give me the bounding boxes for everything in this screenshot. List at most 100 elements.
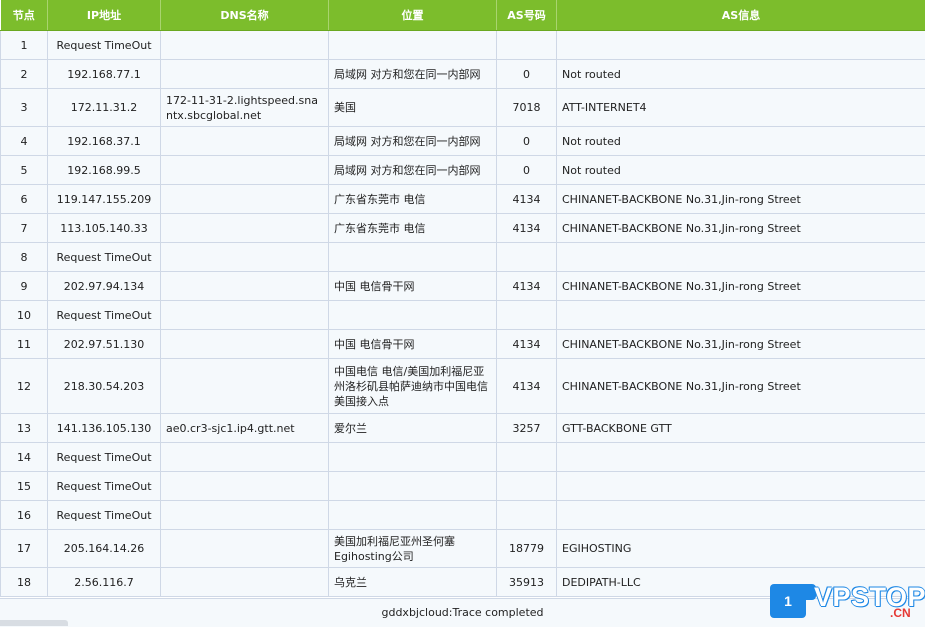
as-info-cell: CHINANET-BACKBONE No.31,Jin-rong Street <box>557 185 925 214</box>
as-info-cell: CHINANET-BACKBONE No.31,Jin-rong Street <box>557 359 925 414</box>
location-cell <box>329 301 497 330</box>
dns-cell <box>161 501 329 530</box>
as-info-cell: GTT-BACKBONE GTT <box>557 414 925 443</box>
as-info-cell: CHINANET-BACKBONE No.31,Jin-rong Street <box>557 272 925 301</box>
location-cell: 美国加利福尼亚州圣何塞 Egihosting公司 <box>329 530 497 568</box>
dns-cell <box>161 568 329 597</box>
trace-status-text: gddxbjcloud:Trace completed <box>381 606 543 619</box>
as-number-cell: 0 <box>497 60 557 89</box>
location-cell: 局域网 对方和您在同一内部网 <box>329 156 497 185</box>
as-info-cell: ATT-INTERNET4 <box>557 89 925 127</box>
as-number-cell: 0 <box>497 156 557 185</box>
table-row: 15Request TimeOut <box>1 472 925 501</box>
as-info-cell <box>557 301 925 330</box>
ip-cell: 202.97.51.130 <box>48 330 161 359</box>
ip-cell: Request TimeOut <box>48 301 161 330</box>
location-cell: 美国 <box>329 89 497 127</box>
as-info-cell <box>557 501 925 530</box>
dns-cell <box>161 156 329 185</box>
location-cell: 中国 电信骨干网 <box>329 330 497 359</box>
header-location: 位置 <box>329 0 497 31</box>
as-info-cell: CHINANET-BACKBONE No.31,Jin-rong Street <box>557 214 925 243</box>
as-number-cell: 3257 <box>497 414 557 443</box>
as-info-cell <box>557 243 925 272</box>
header-ip: IP地址 <box>48 0 161 31</box>
table-row: 11202.97.51.130中国 电信骨干网4134CHINANET-BACK… <box>1 330 925 359</box>
logo-badge-icon: 1 <box>770 584 806 618</box>
as-number-cell: 4134 <box>497 185 557 214</box>
dns-cell <box>161 301 329 330</box>
hop-cell: 10 <box>1 301 48 330</box>
hop-cell: 18 <box>1 568 48 597</box>
table-row: 16Request TimeOut <box>1 501 925 530</box>
as-number-cell: 35913 <box>497 568 557 597</box>
table-row: 17205.164.14.26 美国加利福尼亚州圣何塞 Egihosting公司1… <box>1 530 925 568</box>
hop-cell: 4 <box>1 127 48 156</box>
dns-cell <box>161 443 329 472</box>
location-cell: 中国电信 电信/美国加利福尼亚州洛杉矶县帕萨迪纳市中国电信美国接入点 <box>329 359 497 414</box>
hop-cell: 2 <box>1 60 48 89</box>
header-as-info: AS信息 <box>557 0 925 31</box>
table-row: 10Request TimeOut <box>1 301 925 330</box>
as-number-cell: 0 <box>497 127 557 156</box>
ip-cell: 205.164.14.26 <box>48 530 161 568</box>
dns-cell <box>161 127 329 156</box>
as-info-cell: EGIHOSTING <box>557 530 925 568</box>
table-row: 9202.97.94.134 中国 电信骨干网4134CHINANET-BACKB… <box>1 272 925 301</box>
as-info-cell: Not routed <box>557 156 925 185</box>
hop-cell: 17 <box>1 530 48 568</box>
dns-cell <box>161 359 329 414</box>
dns-cell <box>161 243 329 272</box>
table-row: 7113.105.140.33广东省东莞市 电信4134CHINANET-BAC… <box>1 214 925 243</box>
hop-cell: 9 <box>1 272 48 301</box>
as-info-cell: Not routed <box>557 60 925 89</box>
ip-cell: 2.56.116.7 <box>48 568 161 597</box>
ip-cell: 218.30.54.203 <box>48 359 161 414</box>
as-number-cell <box>497 31 557 60</box>
dns-cell <box>161 185 329 214</box>
ip-cell: 192.168.37.1 <box>48 127 161 156</box>
hop-cell: 12 <box>1 359 48 414</box>
as-info-cell <box>557 472 925 501</box>
as-number-cell: 18779 <box>497 530 557 568</box>
hop-cell: 1 <box>1 31 48 60</box>
as-number-cell: 4134 <box>497 359 557 414</box>
table-header-row: 节点 IP地址 DNS名称 位置 AS号码 AS信息 <box>1 0 925 31</box>
table-row: 2192.168.77.1 局域网 对方和您在同一内部网0Not routed <box>1 60 925 89</box>
location-cell <box>329 243 497 272</box>
as-info-cell <box>557 443 925 472</box>
table-row: 13141.136.105.130ae0.cr3-sjc1.ip4.gtt.ne… <box>1 414 925 443</box>
ip-cell: 172.11.31.2 <box>48 89 161 127</box>
table-row: 4192.168.37.1局域网 对方和您在同一内部网0Not routed <box>1 127 925 156</box>
location-cell: 局域网 对方和您在同一内部网 <box>329 127 497 156</box>
hop-cell: 11 <box>1 330 48 359</box>
location-cell: 乌克兰 <box>329 568 497 597</box>
ip-cell: Request TimeOut <box>48 243 161 272</box>
header-dns: DNS名称 <box>161 0 329 31</box>
as-number-cell: 4134 <box>497 214 557 243</box>
dns-cell: 172-11-31-2.lightspeed.snantx.sbcglobal.… <box>161 89 329 127</box>
hop-cell: 5 <box>1 156 48 185</box>
as-number-cell <box>497 472 557 501</box>
as-number-cell <box>497 443 557 472</box>
location-cell: 爱尔兰 <box>329 414 497 443</box>
as-info-cell: CHINANET-BACKBONE No.31,Jin-rong Street <box>557 330 925 359</box>
dns-cell: ae0.cr3-sjc1.ip4.gtt.net <box>161 414 329 443</box>
location-cell: 广东省东莞市 电信 <box>329 214 497 243</box>
table-row: 5192.168.99.5 局域网 对方和您在同一内部网0Not routed <box>1 156 925 185</box>
hop-cell: 14 <box>1 443 48 472</box>
ip-cell: 192.168.77.1 <box>48 60 161 89</box>
dns-cell <box>161 530 329 568</box>
location-cell: 中国 电信骨干网 <box>329 272 497 301</box>
dns-cell <box>161 214 329 243</box>
logo-tld-text: .CN <box>890 606 911 620</box>
ip-cell: 192.168.99.5 <box>48 156 161 185</box>
ip-cell: Request TimeOut <box>48 472 161 501</box>
hop-cell: 16 <box>1 501 48 530</box>
as-number-cell: 4134 <box>497 272 557 301</box>
horizontal-scrollbar[interactable] <box>0 620 68 626</box>
location-cell <box>329 472 497 501</box>
ip-cell: Request TimeOut <box>48 501 161 530</box>
ip-cell: 202.97.94.134 <box>48 272 161 301</box>
location-cell: 局域网 对方和您在同一内部网 <box>329 60 497 89</box>
